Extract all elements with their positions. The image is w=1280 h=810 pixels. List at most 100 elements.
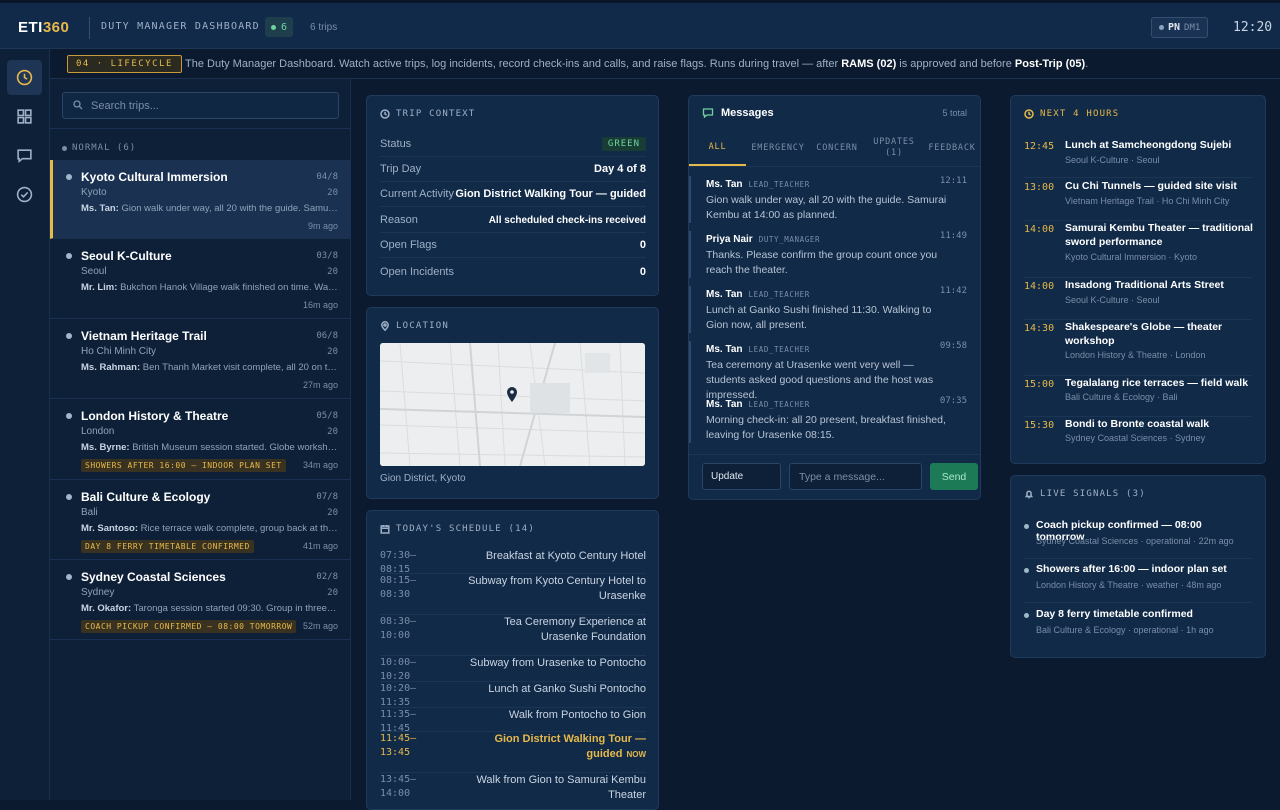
upcoming-item[interactable]: 14:00 Samurai Kembu Theater — traditional… — [1024, 221, 1253, 278]
tab-feedback[interactable]: FEEDBACK — [924, 130, 980, 166]
location-title: LOCATION — [380, 321, 449, 331]
upcoming-item[interactable]: 13:00 Cu Chi Tunnels — guided site visit V… — [1024, 179, 1252, 221]
nav-grid-button[interactable] — [7, 99, 42, 134]
location-map[interactable] — [380, 343, 645, 466]
context-row-flags: Open Flags 0 — [380, 233, 646, 258]
upcoming-item[interactable]: 15:00 Tegalalang rice terraces — field wa… — [1024, 376, 1252, 417]
message-composer: Update Send — [689, 454, 980, 499]
upcoming-item[interactable]: 12:45 Lunch at Samcheongdong Sujebi Seoul … — [1024, 138, 1252, 178]
trip-day: 02/8 — [316, 572, 338, 582]
app-logo[interactable]: ETI360 — [18, 19, 69, 36]
trip-item-seoul[interactable]: Seoul K-Culture 03/8 Seoul 20 Mr. Lim: B… — [50, 239, 351, 319]
context-row-reason: Reason All scheduled check-ins received — [380, 208, 646, 233]
schedule-item[interactable]: 11:35–11:45 Walk from Pontocho to Gion — [380, 708, 646, 734]
map-image — [380, 343, 645, 466]
signal-item[interactable]: Day 8 ferry timetable confirmed Bali Cult… — [1024, 608, 1252, 648]
trip-last-message: Ms. Byrne: British Museum session starte… — [81, 442, 338, 453]
trip-city: London — [81, 426, 115, 437]
trip-status-dot-icon — [66, 253, 72, 259]
trip-status-dot-icon — [66, 574, 72, 580]
trip-item-bali[interactable]: Bali Culture & Ecology 07/8 Bali 20 Mr. … — [50, 480, 351, 560]
signal-item[interactable]: Showers after 16:00 — indoor plan set Lon… — [1024, 563, 1252, 603]
schedule-card: TODAY'S SCHEDULE (14) 07:30–08:15 Breakfa… — [366, 510, 659, 810]
message-list[interactable]: Ms. Tan LEAD_TEACHER 12:11 Gion walk under … — [689, 176, 980, 454]
context-row-incidents: Open Incidents 0 — [380, 265, 646, 278]
tab-emergency[interactable]: EMERGENCY — [746, 130, 810, 166]
trip-item-kyoto[interactable]: Kyoto Cultural Immersion 04/8 Kyoto 20 M… — [50, 160, 351, 239]
trip-item-vietnam[interactable]: Vietnam Heritage Trail 06/8 Ho Chi Minh … — [50, 319, 351, 399]
schedule-item[interactable]: 08:30–10:00 Tea Ceremony Experience at Ur… — [380, 615, 646, 656]
location-card: LOCATION Gion District, Kyoto — [366, 307, 659, 499]
schedule-item[interactable]: 07:30–08:15 Breakfast at Kyoto Century Ho… — [380, 549, 646, 575]
clock-icon — [16, 69, 33, 86]
trip-city: Ho Chi Minh City — [81, 346, 157, 357]
context-row-status: Status GREEN — [380, 132, 646, 157]
trip-status-dot-icon — [66, 494, 72, 500]
upcoming-item[interactable]: 14:30 Shakespeare's Globe — theater works… — [1024, 320, 1252, 376]
now-badge: NOW — [626, 750, 646, 759]
upcoming-item[interactable]: 14:00 Insadong Traditional Arts Street Seo… — [1024, 278, 1252, 320]
send-button[interactable]: Send — [930, 463, 978, 490]
trip-context-card: TRIP CONTEXT Status GREEN Trip Day Day 4 o… — [366, 95, 659, 296]
signal-item[interactable]: Coach pickup confirmed — 08:00 tomorrow S… — [1024, 519, 1252, 559]
nav-checkins-button[interactable] — [7, 177, 42, 212]
user-role: DM1 — [1184, 22, 1201, 33]
schedule-title: TODAY'S SCHEDULE (14) — [380, 524, 535, 534]
user-badge[interactable]: PN DM1 — [1151, 17, 1209, 38]
clock-icon — [1024, 109, 1034, 119]
upcoming-item[interactable]: 15:30 Bondi to Bronte coastal walk Sydney … — [1024, 417, 1252, 457]
trip-city: Seoul — [81, 266, 107, 277]
group-label: NORMAL (6) — [62, 143, 136, 153]
message-item[interactable]: Ms. Tan LEAD_TEACHER 07:35 Morning check-in… — [689, 396, 980, 443]
location-caption: Gion District, Kyoto — [380, 473, 466, 484]
schedule-item[interactable]: 13:45–14:00 Walk from Gion to Samurai Kem… — [380, 773, 646, 809]
message-item[interactable]: Ms. Tan LEAD_TEACHER 11:42 Lunch at Ganko S… — [689, 286, 980, 333]
trip-headcount: 20 — [327, 508, 338, 518]
trip-last-message: Mr. Okafor: Taronga session started 09:3… — [81, 603, 338, 614]
message-type-select[interactable]: Update — [702, 463, 781, 490]
clock-icon — [380, 109, 390, 119]
schedule-item[interactable]: 08:15–08:30 Subway from Kyoto Century Hot… — [380, 574, 646, 615]
schedule-item[interactable]: 10:00–10:20 Subway from Urasenke to Ponto… — [380, 656, 646, 682]
context-row-trip-day: Trip Day Day 4 of 8 — [380, 157, 646, 182]
trip-time-ago: 16m ago — [302, 300, 338, 310]
message-item[interactable]: Ms. Tan LEAD_TEACHER 09:58 Tea ceremony at … — [689, 341, 980, 403]
search-box[interactable] — [62, 92, 339, 119]
schedule-item[interactable]: 10:20–11:35 Lunch at Ganko Sushi Pontocho — [380, 682, 646, 708]
trip-item-london[interactable]: London History & Theatre 05/8 London 20 … — [50, 399, 351, 480]
live-signals-card: LIVE SIGNALS (3) Coach pickup confirmed … — [1010, 475, 1266, 658]
lifecycle-description: The Duty Manager Dashboard. Watch active… — [185, 58, 1089, 70]
live-signals-title: LIVE SIGNALS (3) — [1024, 489, 1146, 499]
trip-city: Sydney — [81, 587, 115, 598]
message-item[interactable]: Priya Nair DUTY_MANAGER 11:49 Thanks. Pleas… — [689, 231, 980, 278]
search-input[interactable] — [91, 93, 331, 118]
tab-concern[interactable]: CONCERN — [810, 130, 864, 166]
trip-last-message: Mr. Lim: Bukchon Hanok Village walk fini… — [81, 282, 338, 293]
tab-updates[interactable]: UPDATES (1) — [864, 130, 924, 166]
user-initials: PN — [1168, 22, 1181, 33]
trip-headcount: 20 — [327, 347, 338, 357]
nav-clock-button[interactable] — [7, 60, 42, 95]
trip-name: Bali Culture & Ecology — [81, 490, 211, 504]
trip-last-message: Ms. Rahman: Ben Thanh Market visit compl… — [81, 362, 338, 373]
trip-status-dot-icon — [66, 333, 72, 339]
message-item[interactable]: Ms. Tan LEAD_TEACHER 12:11 Gion walk under … — [689, 176, 980, 223]
trip-day: 03/8 — [316, 251, 338, 261]
trip-day: 04/8 — [316, 172, 338, 182]
bell-icon — [1024, 490, 1034, 499]
trip-last-message: Ms. Tan: Gion walk under way, all 20 wit… — [81, 203, 338, 214]
nav-rail — [0, 49, 50, 800]
messages-title: Messages — [721, 107, 774, 119]
tab-all[interactable]: ALL — [689, 130, 746, 166]
nav-messages-button[interactable] — [7, 138, 42, 173]
trip-list-panel: NORMAL (6) Kyoto Cultural Immersion 04/8… — [50, 79, 351, 800]
location-pin-icon — [381, 321, 389, 331]
status-badge: GREEN — [601, 137, 646, 151]
trip-item-sydney[interactable]: Sydney Coastal Sciences 02/8 Sydney 20 M… — [50, 560, 351, 640]
trip-count-label: 6 trips — [310, 22, 338, 33]
message-input[interactable] — [789, 463, 922, 490]
next-hours-card: NEXT 4 HOURS 12:45 Lunch at Samcheongdong… — [1010, 95, 1266, 464]
grid-icon — [17, 109, 32, 124]
clock: 12:20 — [1233, 20, 1273, 35]
schedule-item-current[interactable]: 11:45–13:45 Gion District Walking Tour — … — [380, 732, 646, 773]
